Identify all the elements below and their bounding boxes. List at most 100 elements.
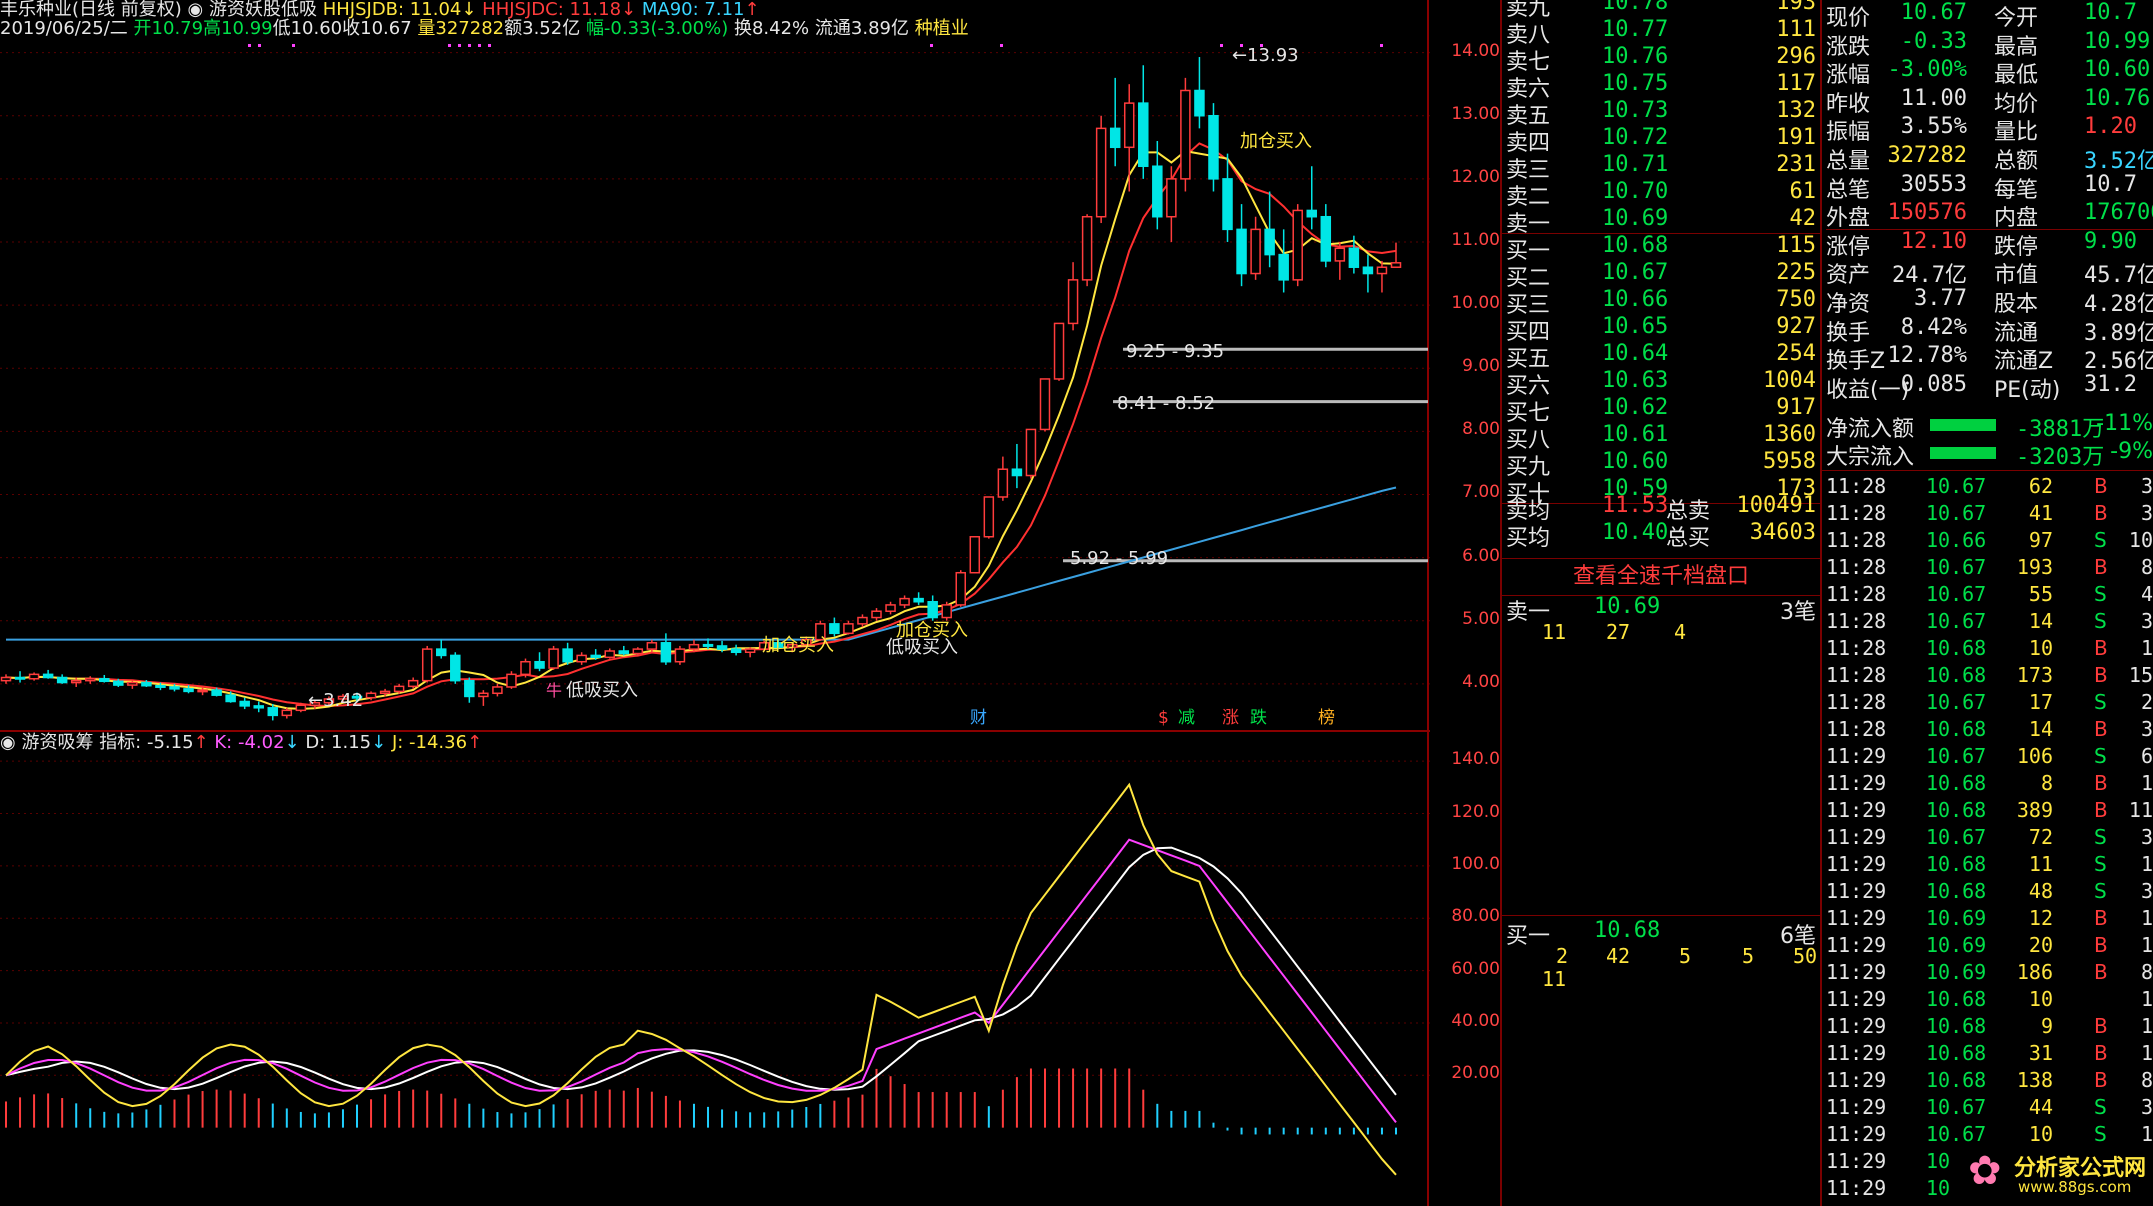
tick-count: 1 [2140, 1014, 2153, 1038]
sell-level-row[interactable]: 卖五 10.73 132 [1506, 98, 1816, 129]
signal-dot [478, 44, 481, 47]
total-buy: 34603 [1749, 520, 1816, 545]
tick-side: B [2094, 771, 2108, 795]
candle-body [1081, 215, 1093, 281]
candle-body [590, 654, 601, 659]
quote-label: 总笔 [1826, 177, 1871, 203]
candle-body [899, 597, 910, 606]
buy-level-row[interactable]: 买九 10.60 5958 [1506, 449, 1816, 480]
sell-level-row[interactable]: 卖三 10.71 231 [1506, 152, 1816, 183]
chart-background [0, 0, 1430, 1206]
event-jian[interactable]: 减 [1178, 705, 1195, 732]
sell-level-row[interactable]: 卖一 10.69 42 [1506, 206, 1816, 237]
queue-sell-price: 10.69 [1594, 594, 1661, 619]
tick-price: 10.68 [1926, 663, 1987, 687]
bar-close: 收10.67 [342, 18, 412, 39]
sell-level-row[interactable]: 卖八 10.77 111 [1506, 17, 1816, 48]
event-s[interactable]: $ [1158, 705, 1169, 732]
quote-label: 资产 [1826, 263, 1871, 289]
bar-low: 低10.60 [272, 18, 343, 39]
tick-row: 11:28 10.67 193 B 8 [1826, 555, 2153, 582]
tick-side: S [2094, 825, 2107, 849]
buy-level-row[interactable]: 买四 10.65 927 [1506, 314, 1816, 345]
quote-label: 现价 [1826, 6, 1871, 31]
bar-open: 开10.79 [133, 18, 204, 39]
price-tick-label: 14.00 [1451, 40, 1500, 61]
tick-side: B [2094, 960, 2108, 984]
kdj-name[interactable]: 游资吸筹 [21, 732, 93, 753]
tick-price: 10.67 [1926, 1122, 1987, 1146]
level-volume: 231 [1776, 152, 1816, 177]
buy-level-row[interactable]: 买一 10.68 115 [1506, 233, 1816, 264]
arrow-down-icon: ↓ [371, 732, 387, 753]
tick-price: 10.68 [1926, 771, 1987, 795]
tick-time: 11:28 [1826, 555, 1887, 579]
sell-level-row[interactable]: 卖二 10.70 61 [1506, 179, 1816, 210]
sell-level-row[interactable]: 卖六 10.75 117 [1506, 71, 1816, 102]
candle-body [1053, 322, 1065, 380]
quote-row: 换手 8.42% 流通 3.89亿 [1826, 315, 2153, 346]
level-volume: 296 [1776, 44, 1816, 69]
event-bang[interactable]: 榜 [1318, 705, 1335, 732]
tick-volume: 72 [2028, 825, 2053, 849]
kdj-zhibiao: 指标: -5.15 [99, 732, 194, 753]
quote-value: 327282 [1887, 143, 1967, 168]
signal-dot [468, 44, 471, 47]
tick-count: 1 [2140, 1122, 2153, 1146]
candle-body [28, 673, 40, 680]
quote-label: 股本 [1994, 292, 2039, 317]
tick-count: 8 [2140, 555, 2153, 579]
buy-level-row[interactable]: 买七 10.62 917 [1506, 395, 1816, 426]
panel-divider [1500, 0, 1502, 1206]
quote-value: 176706 [2084, 200, 2153, 226]
bar-date: 2019/06/25/二 [0, 18, 128, 39]
candle-body [562, 648, 573, 663]
kdj-tick-label: 120.0 [1451, 801, 1500, 822]
sell-level-row[interactable]: 卖七 10.76 296 [1506, 44, 1816, 75]
buy-level-row[interactable]: 买三 10.66 750 [1506, 287, 1816, 318]
buy-level-row[interactable]: 买六 10.63 1004 [1506, 368, 1816, 399]
tick-count: 3 [2140, 609, 2153, 633]
candle-body [983, 496, 995, 538]
tick-row: 11:28 10.68 14 B 3 [1826, 717, 2153, 744]
level-price: 10.65 [1602, 314, 1669, 339]
bar-sector: 种植业 [914, 18, 969, 39]
tick-row: 11:29 10.68 138 B 8 [1826, 1068, 2153, 1095]
tick-time: 11:29 [1826, 744, 1887, 768]
event-die[interactable]: 跌 [1250, 705, 1267, 732]
tick-volume: 11 [2028, 852, 2053, 876]
tick-count: 3 [2140, 717, 2153, 741]
candle-body [604, 650, 615, 659]
quote-label: 总额 [1994, 149, 2039, 174]
kdj-tick-label: 100.0 [1451, 853, 1500, 874]
queue-item: 27 [1606, 620, 1631, 644]
tick-volume: 41 [2028, 501, 2053, 525]
buy-level-row[interactable]: 买二 10.67 225 [1506, 260, 1816, 291]
kline-chart[interactable] [0, 0, 1430, 1206]
tick-count: 2 [2140, 690, 2153, 714]
price-tick-label: 10.00 [1451, 293, 1500, 314]
quote-value: 10.7 [2084, 171, 2137, 197]
tick-volume: 31 [2028, 1041, 2053, 1065]
tick-count: 1 [2140, 906, 2153, 930]
candle-body [927, 601, 938, 619]
tick-count: 3 [2140, 1095, 2153, 1119]
sell-level-row[interactable]: 卖九 10.78 193 [1506, 0, 1816, 21]
buy-level-row[interactable]: 买五 10.64 254 [1506, 341, 1816, 372]
tick-price: 10.68 [1926, 1014, 1987, 1038]
event-cai[interactable]: 财 [970, 705, 987, 732]
tick-time: 11:28 [1826, 501, 1887, 525]
flow-bar [1930, 447, 1996, 459]
price-tick-label: 11.00 [1451, 229, 1500, 250]
view-full-depth-button[interactable]: 查看全速千档盘口 [1502, 558, 1820, 596]
quote-value: 1.20 [2084, 114, 2137, 140]
buy-level-row[interactable]: 买八 10.61 1360 [1506, 422, 1816, 453]
sell-level-row[interactable]: 卖四 10.72 191 [1506, 125, 1816, 156]
add-buy-signal: 加仓买入 [1240, 131, 1312, 152]
event-zhang[interactable]: 涨 [1222, 705, 1239, 732]
price-tick-label: 6.00 [1462, 545, 1500, 566]
level-volume: 111 [1776, 17, 1816, 42]
level-volume: 750 [1776, 287, 1816, 312]
panel-divider [1820, 0, 1822, 1206]
level-volume: 193 [1776, 0, 1816, 15]
